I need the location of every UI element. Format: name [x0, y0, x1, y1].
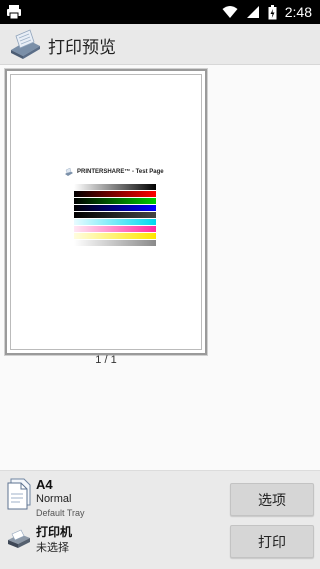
battery-charging-icon [268, 4, 277, 19]
wifi-icon [222, 6, 238, 18]
page-sheet: PRINTERSHARE™ - Test Page [10, 74, 202, 350]
clock-time: 2:48 [284, 4, 312, 20]
test-page-title: PRINTERSHARE™ - Test Page [77, 169, 164, 175]
color-test-bars [66, 184, 156, 247]
test-bar-green [66, 198, 156, 204]
paper-document-icon [7, 478, 31, 510]
print-button[interactable]: 打印 [230, 525, 314, 558]
preview-area: PRINTERSHARE™ - Test Page 1 / 1 [0, 65, 320, 470]
print-quality-label: Normal [36, 493, 72, 505]
test-bar-blue [66, 205, 156, 211]
test-bar-yellow [66, 233, 156, 239]
printer-icon [8, 529, 30, 548]
test-bar-gray-light [66, 240, 156, 246]
test-bar-red [66, 191, 156, 197]
printer-icon [7, 5, 21, 20]
test-bar-magenta [66, 226, 156, 232]
page-title: 打印预览 [48, 38, 116, 58]
test-bar-cyan [66, 219, 156, 225]
printershare-logo-icon [65, 168, 73, 176]
printer-scanner-icon [11, 29, 40, 59]
app-bar: 打印预览 [0, 24, 320, 65]
paper-size-label[interactable]: A4 [36, 477, 53, 492]
test-bar-gray [66, 184, 156, 190]
print-settings-panel: A4 Normal Default Tray 打印机 未选择 选项 打印 [0, 470, 320, 569]
test-bar-black [66, 212, 156, 218]
status-bar: 2:48 [0, 0, 320, 24]
options-button[interactable]: 选项 [230, 483, 314, 516]
paper-tray-label: Default Tray [36, 508, 85, 518]
page-preview[interactable]: PRINTERSHARE™ - Test Page [5, 69, 207, 355]
cellular-signal-icon [246, 6, 259, 18]
printer-status: 未选择 [36, 541, 69, 554]
test-page-header: PRINTERSHARE™ - Test Page [64, 167, 164, 177]
printer-label[interactable]: 打印机 [36, 523, 72, 540]
page-counter: 1 / 1 [95, 354, 117, 366]
